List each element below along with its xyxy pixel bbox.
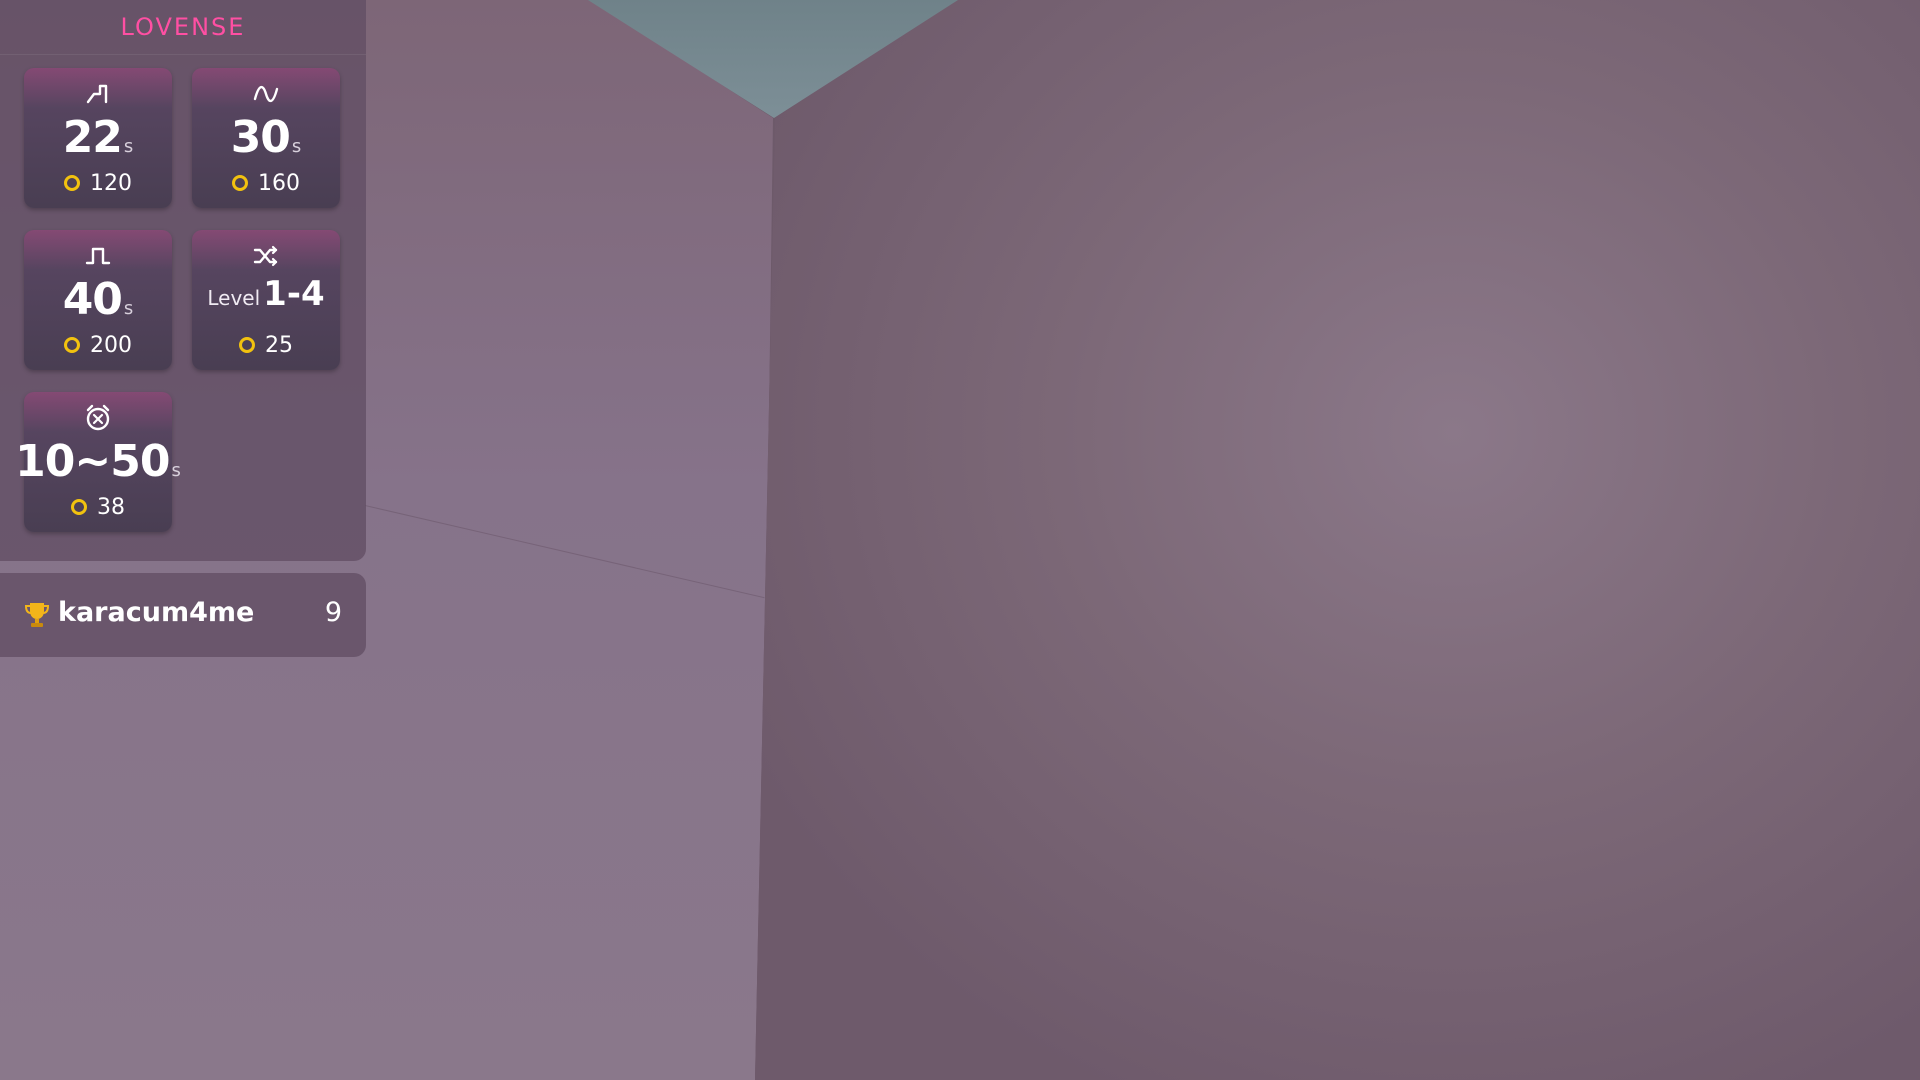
lovense-logo: LOVENSE [0, 0, 366, 55]
tile-duration: 30 [230, 112, 291, 163]
tile-unit: s [123, 298, 134, 319]
top-tipper-name: karacum4me [58, 597, 255, 628]
tile-level-label: Level [207, 286, 261, 310]
top-tipper-count: 9 [324, 597, 342, 628]
wall-right [755, 0, 1920, 1080]
tile-price: 120 [90, 170, 132, 196]
video-stream: LOVENSE 22 s 120 30 s 160 40 s 200 Level… [0, 0, 1920, 1080]
tile-duration: 22 [62, 112, 123, 163]
tile-price: 160 [258, 170, 300, 196]
coin-icon [232, 175, 248, 191]
tile-price: 200 [90, 332, 132, 358]
random-level-tile[interactable]: Level 1-4 25 [192, 230, 340, 370]
top-tipper-bar: karacum4me 9 [0, 573, 366, 657]
tip-level-2-tile[interactable]: 30 s 160 [192, 68, 340, 208]
coin-icon [64, 337, 80, 353]
tip-level-3-tile[interactable]: 40 s 200 [24, 230, 172, 370]
coin-icon [64, 175, 80, 191]
coin-icon [71, 499, 87, 515]
tip-level-1-tile[interactable]: 22 s 120 [24, 68, 172, 208]
trophy-icon [24, 601, 50, 629]
lovense-tip-menu: LOVENSE 22 s 120 30 s 160 40 s 200 Level… [0, 0, 366, 561]
alarm-clock-icon [24, 404, 172, 432]
random-time-tile[interactable]: 10~50 s 38 [15, 392, 181, 532]
square-wave-icon [24, 242, 172, 270]
tile-duration: 40 [62, 274, 123, 325]
wave-icon [192, 80, 340, 108]
tile-unit: s [123, 136, 134, 157]
tile-unit: s [291, 136, 302, 157]
tile-price: 25 [265, 332, 293, 358]
pulse-step-icon [24, 80, 172, 108]
shuffle-icon [192, 242, 340, 270]
tile-level-range: 1-4 [263, 274, 325, 314]
tile-duration: 10~50 [15, 436, 170, 487]
tile-unit: s [171, 460, 181, 481]
coin-icon [239, 337, 255, 353]
tile-price: 38 [97, 494, 125, 520]
